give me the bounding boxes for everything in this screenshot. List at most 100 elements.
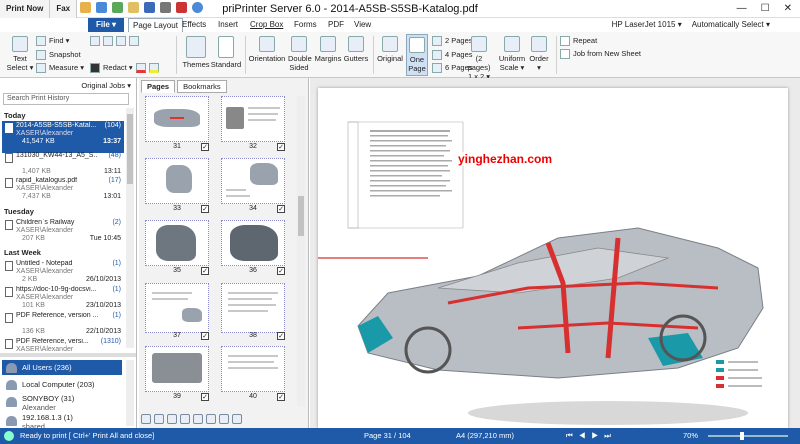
- pages-layout-dropdown[interactable]: (2 pages) 1 x 2 ▾: [464, 36, 494, 81]
- fax-button[interactable]: Fax: [50, 0, 78, 18]
- double-sided-button[interactable]: Double Sided: [288, 36, 312, 72]
- job-item[interactable]: rapid_katalogus.pdf (17) XASER\Alexander…: [2, 176, 124, 208]
- page-checkbox[interactable]: ✓: [277, 267, 285, 275]
- printer-name-dropdown[interactable]: HP LaserJet 1015 ▾: [612, 18, 682, 32]
- page-thumbnail[interactable]: [221, 96, 285, 142]
- tab-crop-box[interactable]: Crop Box: [250, 18, 283, 32]
- themes-button[interactable]: Themes: [182, 36, 210, 69]
- scrollbar-thumb[interactable]: [127, 114, 133, 184]
- page-checkbox[interactable]: ✓: [201, 267, 209, 275]
- page-checkbox[interactable]: ✓: [277, 332, 285, 340]
- original-button[interactable]: Original: [376, 36, 404, 63]
- job-item[interactable]: Children`s Railway (2) XASER\Alexander 2…: [2, 218, 124, 250]
- maximize-button[interactable]: ☐: [761, 0, 770, 18]
- tab-insert[interactable]: Insert: [218, 18, 238, 32]
- page-navigation[interactable]: ⏮◀▶⏭: [566, 428, 617, 444]
- highlight-color-icon[interactable]: [149, 63, 159, 73]
- page-checkbox[interactable]: ✓: [201, 332, 209, 340]
- redact-icon: [90, 63, 100, 73]
- page-thumbnail[interactable]: [221, 346, 285, 392]
- pdf-icon[interactable]: [176, 2, 187, 13]
- close-button[interactable]: ✕: [784, 0, 792, 18]
- job-item[interactable]: 2014-A5SB-S5SB-Katal... (104) XASER\Alex…: [2, 121, 124, 153]
- page-thumbnail[interactable]: [145, 220, 209, 266]
- redo-icon[interactable]: [96, 2, 107, 13]
- gutters-button[interactable]: Gutters: [343, 36, 369, 63]
- page-checkbox[interactable]: ✓: [201, 205, 209, 213]
- orientation-button[interactable]: Orientation: [248, 36, 286, 63]
- users-scrollbar[interactable]: [126, 360, 134, 426]
- page-checkbox[interactable]: ✓: [277, 205, 285, 213]
- order-button[interactable]: Order ▾: [528, 36, 550, 72]
- eraser-icon[interactable]: [116, 36, 126, 46]
- page-checkbox[interactable]: ✓: [201, 143, 209, 151]
- page-checkbox[interactable]: ✓: [201, 393, 209, 401]
- pen-color-icon[interactable]: [136, 63, 146, 73]
- measure-button[interactable]: Measure ▾: [36, 63, 84, 73]
- tab-view[interactable]: View: [354, 18, 371, 32]
- search-input[interactable]: Search Print History: [3, 93, 129, 105]
- highlighter-icon[interactable]: [103, 36, 113, 46]
- page-thumbnail[interactable]: [221, 220, 285, 266]
- user-item[interactable]: All Users (236): [2, 360, 122, 375]
- network-icon: [6, 416, 17, 426]
- page-preview[interactable]: yinghezhan.com: [318, 88, 788, 428]
- find-button[interactable]: Find ▾: [36, 36, 69, 46]
- rotate-left-icon[interactable]: [180, 414, 190, 424]
- undo-icon[interactable]: [206, 414, 216, 424]
- page-checkbox[interactable]: ✓: [277, 393, 285, 401]
- repeat-checkbox[interactable]: Repeat: [560, 36, 597, 46]
- page-thumbnail[interactable]: [145, 346, 209, 392]
- zoom-in-icon[interactable]: [219, 414, 229, 424]
- tab-pdf[interactable]: PDF: [328, 18, 344, 32]
- minimize-button[interactable]: —: [737, 0, 747, 18]
- standard-button[interactable]: Standard: [210, 36, 242, 69]
- print-now-button[interactable]: Print Now: [0, 0, 51, 18]
- one-page-button[interactable]: One Page: [406, 34, 428, 76]
- paper-source-dropdown[interactable]: Automatically Select ▾: [692, 18, 770, 32]
- page-thumbnail[interactable]: [221, 158, 285, 204]
- page-thumbnail[interactable]: [221, 283, 285, 333]
- text-select-button[interactable]: Text Select ▾: [6, 36, 34, 72]
- zoom-slider[interactable]: [708, 435, 788, 437]
- zoom-level[interactable]: 70%: [683, 428, 698, 444]
- tab-effects[interactable]: Effects: [182, 18, 206, 32]
- thumbnails-scrollbar[interactable]: [297, 96, 305, 406]
- order-icon: [531, 36, 547, 52]
- add-page-icon[interactable]: [141, 414, 151, 424]
- page-thumbnail[interactable]: [145, 158, 209, 204]
- snapshot-button[interactable]: Snapshot: [36, 50, 81, 60]
- pen-icon[interactable]: [90, 36, 100, 46]
- tab-forms[interactable]: Forms: [294, 18, 317, 32]
- tab-pages[interactable]: Pages: [141, 80, 176, 93]
- delete-page-icon[interactable]: [154, 414, 164, 424]
- tab-bookmarks[interactable]: Bookmarks: [177, 80, 227, 93]
- redact-button[interactable]: Redact ▾: [90, 63, 133, 73]
- save-icon[interactable]: [144, 2, 155, 13]
- history-scrollbar[interactable]: [126, 108, 134, 348]
- page-thumbnail[interactable]: [145, 96, 209, 142]
- margins-button[interactable]: Margins: [314, 36, 342, 63]
- user-item[interactable]: SONYBOY (31) Alexander: [2, 394, 122, 412]
- panel-splitter[interactable]: [0, 353, 136, 357]
- page-indicator[interactable]: Page 31 / 104: [364, 428, 411, 444]
- uniform-scale-button[interactable]: Uniform Scale ▾: [498, 36, 526, 72]
- open-icon[interactable]: [128, 2, 139, 13]
- zoom-out-icon[interactable]: [232, 414, 242, 424]
- rotate-right-icon[interactable]: [193, 414, 203, 424]
- text-line: [248, 107, 280, 109]
- print-icon[interactable]: [160, 2, 171, 13]
- original-jobs-dropdown[interactable]: Original Jobs ▾: [2, 80, 135, 92]
- file-menu-button[interactable]: File ▾: [88, 18, 124, 32]
- zoom-slider-thumb[interactable]: [740, 432, 744, 440]
- scrollbar-thumb[interactable]: [298, 196, 304, 236]
- refresh-icon[interactable]: [112, 2, 123, 13]
- user-item[interactable]: Local Computer (203): [2, 377, 122, 392]
- page-thumbnail[interactable]: [145, 283, 209, 333]
- page-checkbox[interactable]: ✓: [277, 143, 285, 151]
- job-new-sheet-checkbox[interactable]: Job from New Sheet: [560, 49, 641, 59]
- copy-page-icon[interactable]: [167, 414, 177, 424]
- undo-edit-icon[interactable]: [129, 36, 139, 46]
- tab-page-layout[interactable]: Page Layout: [128, 18, 183, 32]
- undo-icon[interactable]: [80, 2, 91, 13]
